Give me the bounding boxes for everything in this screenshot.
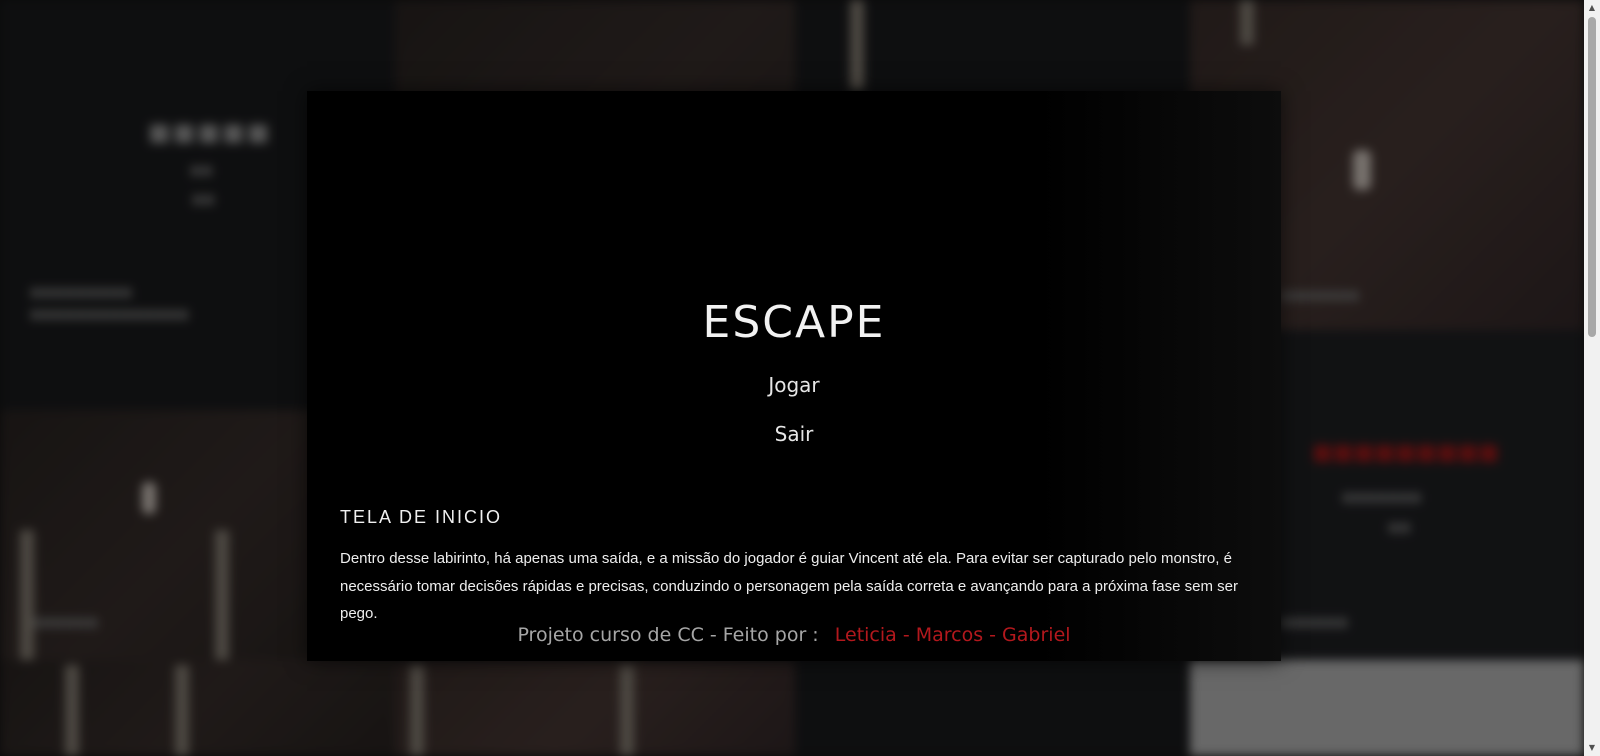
credits-names: Leticia - Marcos - Gabriel	[834, 624, 1071, 646]
play-menu-item[interactable]: Jogar	[307, 373, 1281, 397]
credits-line: Projeto curso de CC - Feito por : Letici…	[307, 624, 1281, 646]
page-scrollbar[interactable]: ▲ ▼	[1584, 0, 1600, 756]
exit-menu-item[interactable]: Sair	[307, 422, 1281, 446]
game-preview-modal: ESCAPE Jogar Sair TELA DE INICIO Dentro …	[307, 91, 1281, 661]
game-title: ESCAPE	[702, 297, 886, 348]
scroll-thumb[interactable]	[1588, 17, 1596, 337]
credits-label: Projeto curso de CC - Feito por :	[517, 624, 819, 646]
scroll-down-arrow-icon[interactable]: ▼	[1584, 740, 1600, 756]
section-description: Dentro desse labirinto, há apenas uma sa…	[340, 550, 1239, 622]
section-heading: TELA DE INICIO	[340, 507, 503, 527]
scroll-up-arrow-icon[interactable]: ▲	[1584, 0, 1600, 16]
